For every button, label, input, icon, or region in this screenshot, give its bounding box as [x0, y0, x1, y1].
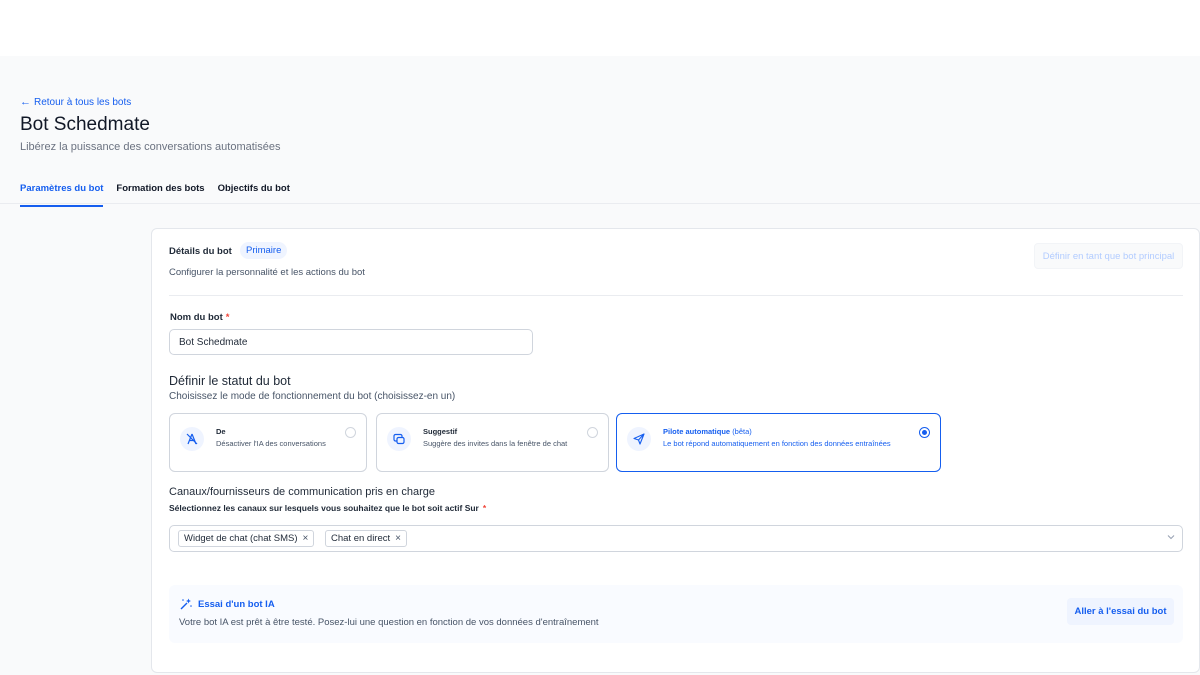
mode-title: Suggestif	[423, 427, 458, 436]
mode-title-text: Pilote automatique	[663, 427, 731, 436]
paper-plane-icon	[627, 427, 651, 451]
channels-description-text: Sélectionnez les canaux sur lesquels vou…	[169, 503, 479, 513]
close-icon[interactable]: ×	[303, 533, 309, 544]
channels-title: Canaux/fournisseurs de communication pri…	[169, 486, 435, 498]
chevron-down-icon[interactable]	[1166, 532, 1176, 542]
channels-description: Sélectionnez les canaux sur lesquels vou…	[169, 503, 486, 513]
back-to-bots-link[interactable]: ← Retour à tous les bots	[20, 96, 132, 109]
mode-radio-suggestive[interactable]	[587, 427, 598, 438]
mode-description: Désactiver l'IA des conversations	[216, 439, 326, 448]
primary-badge: Primaire	[240, 242, 288, 259]
chat-suggest-icon	[387, 427, 411, 451]
beta-tag: (bêta)	[732, 427, 752, 436]
status-section-title: Définir le statut du bot	[169, 374, 291, 388]
page-title: Bot Schedmate	[20, 114, 150, 135]
mode-card-autopilot[interactable]: Pilote automatique (bêta) Le bot répond …	[616, 413, 941, 472]
chip-label: Chat en direct	[331, 533, 391, 544]
bot-trial-panel: Essai d'un bot IA Votre bot IA est prêt …	[169, 585, 1183, 643]
back-link-label: Retour à tous les bots	[34, 97, 132, 108]
channel-chip-chat-widget: Widget de chat (chat SMS) ×	[178, 530, 315, 547]
mode-card-suggestive[interactable]: Suggestif Suggère des invites dans la fe…	[376, 413, 609, 472]
mode-description: Le bot répond automatiquement en fonctio…	[663, 439, 891, 448]
magic-wand-icon	[180, 598, 192, 610]
channels-multiselect[interactable]: Widget de chat (chat SMS) × Chat en dire…	[169, 525, 1183, 552]
required-mark: *	[225, 312, 230, 323]
status-section-description: Choisissez le mode de fonctionnement du …	[169, 391, 456, 402]
go-to-trial-button[interactable]: Aller à l'essai du bot	[1067, 598, 1174, 625]
required-mark: *	[482, 503, 487, 513]
trial-title: Essai d'un bot IA	[198, 599, 275, 610]
arrow-left-icon: ←	[20, 96, 31, 108]
bot-name-label-text: Nom du bot	[170, 312, 223, 323]
mode-title: De	[216, 427, 226, 436]
bot-details-card: Détails du bot Primaire Configurer la pe…	[151, 228, 1200, 673]
tabs-divider	[0, 203, 1200, 204]
bot-name-label: Nom du bot *	[170, 312, 229, 323]
mode-card-off[interactable]: De Désactiver l'IA des conversations	[169, 413, 367, 472]
trial-description: Votre bot IA est prêt à être testé. Pose…	[179, 617, 599, 628]
set-primary-button[interactable]: Définir en tant que bot principal	[1034, 243, 1183, 269]
top-bar	[0, 0, 1200, 56]
mode-radio-autopilot[interactable]	[919, 427, 930, 438]
bot-name-input[interactable]	[169, 329, 533, 355]
mode-title: Pilote automatique (bêta)	[663, 427, 752, 436]
mode-description: Suggère des invites dans la fenêtre de c…	[423, 439, 568, 448]
close-icon[interactable]: ×	[395, 533, 401, 544]
page-subtitle: Libérez la puissance des conversations a…	[20, 141, 281, 153]
bot-details-description: Configurer la personnalité et les action…	[169, 267, 365, 278]
bot-details-title: Détails du bot	[169, 246, 232, 257]
card-divider	[169, 295, 1183, 296]
chip-label: Widget de chat (chat SMS)	[184, 533, 298, 544]
channel-chip-live-chat: Chat en direct ×	[325, 530, 407, 547]
mode-radio-off[interactable]	[345, 427, 356, 438]
bot-off-icon	[180, 427, 204, 451]
